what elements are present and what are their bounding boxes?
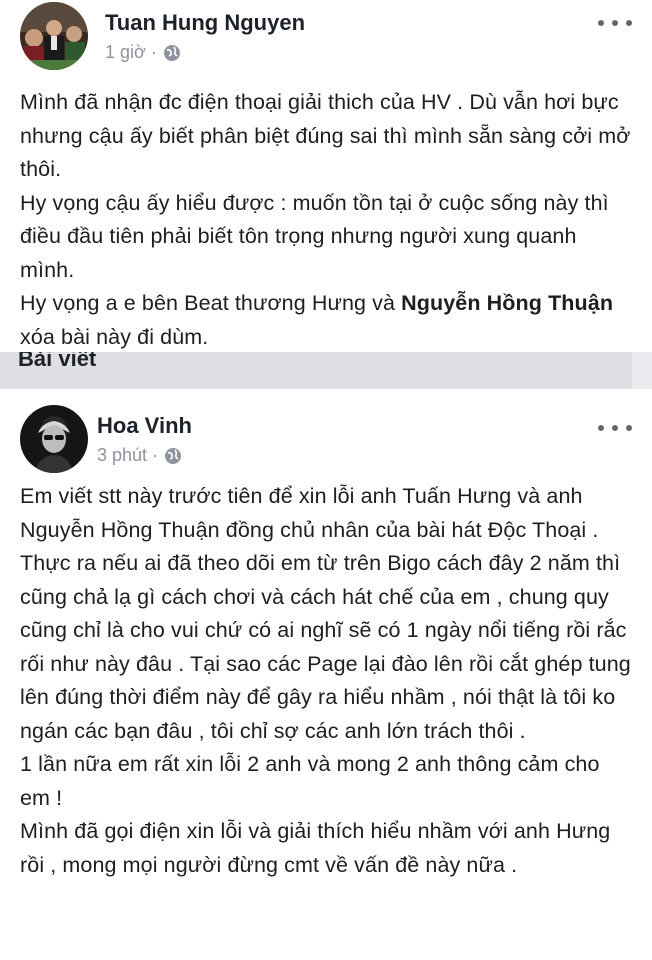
avatar[interactable] <box>20 2 88 70</box>
post-body: Mình đã nhận đc điện thoại giải thich củ… <box>20 86 635 354</box>
post-paragraph: Hy vọng a e bên Beat thương Hưng và Nguy… <box>20 287 635 354</box>
more-options-icon[interactable] <box>598 16 632 30</box>
post-paragraph: Hy vọng cậu ấy hiểu được : muốn tồn tại … <box>20 190 609 282</box>
author-name[interactable]: Tuan Hung Nguyen <box>105 10 305 36</box>
post-tuan-hung: Tuan Hung Nguyen 1 giờ · Mình đã nhận đc… <box>0 0 652 352</box>
post-hoa-vinh: Hoa Vinh 3 phút · Em viết stt này trước … <box>0 389 652 960</box>
globe-icon <box>163 44 181 62</box>
author-name[interactable]: Hoa Vinh <box>97 413 192 439</box>
post-meta: 1 giờ · <box>105 42 181 63</box>
mention-link[interactable]: Nguyễn Hồng Thuận <box>401 291 613 315</box>
post-paragraph: Mình đã gọi điện xin lỗi và giải thích h… <box>20 819 611 877</box>
post-meta: 3 phút · <box>97 445 182 466</box>
post-header: Hoa Vinh 3 phút · <box>0 389 652 473</box>
avatar[interactable] <box>20 405 88 473</box>
post-paragraph: Mình đã nhận đc điện thoại giải thich củ… <box>20 90 631 181</box>
post-body: Em viết stt này trước tiên để xin lỗi an… <box>20 480 635 882</box>
section-label: Bài viết <box>18 352 97 371</box>
globe-icon <box>164 447 182 465</box>
text-suffix: xóa bài này đi dùm. <box>20 324 209 349</box>
post-time[interactable]: 3 phút · <box>97 445 158 466</box>
separator-edge <box>632 352 652 389</box>
more-options-icon[interactable] <box>598 421 632 435</box>
post-paragraph: Em viết stt này trước tiên để xin lỗi an… <box>20 484 631 743</box>
post-header: Tuan Hung Nguyen 1 giờ · <box>0 0 652 80</box>
post-paragraph: 1 lần nữa em rất xin lỗi 2 anh và mong 2… <box>20 752 600 810</box>
feed-separator: Bài viết <box>0 352 652 389</box>
post-time[interactable]: 1 giờ · <box>105 42 157 63</box>
text-prefix: Hy vọng a e bên Beat thương Hưng và <box>20 291 402 315</box>
